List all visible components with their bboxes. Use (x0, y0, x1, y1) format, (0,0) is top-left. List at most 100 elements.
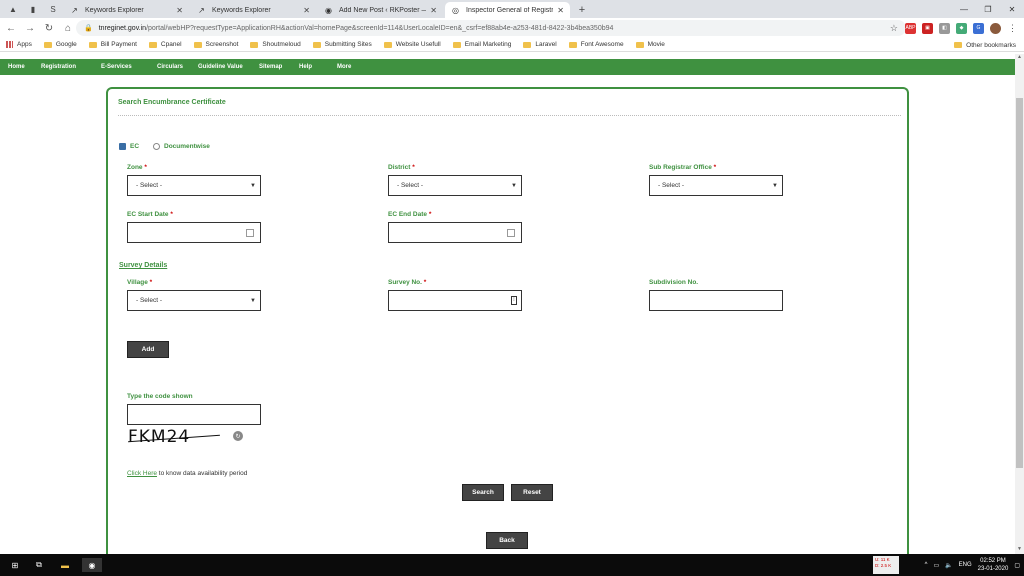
bookmark-movie[interactable]: Movie (635, 41, 665, 48)
bookmark-submitting-sites[interactable]: Submitting Sites (312, 41, 372, 48)
calendar-icon[interactable] (507, 229, 515, 237)
folder-icon (635, 41, 644, 48)
url-input[interactable]: 🔒 tnreginet.gov.in /portal/webHP?request… (76, 20, 906, 36)
folder-icon (383, 41, 392, 48)
s-icon[interactable]: S (46, 3, 60, 15)
nav-help[interactable]: Help (299, 64, 312, 70)
close-icon[interactable]: ✕ (557, 6, 564, 15)
nav-home[interactable]: Home (8, 64, 25, 70)
file-explorer-icon[interactable]: ▬ (58, 558, 72, 572)
dropdown-arrow-icon: ▼ (772, 182, 778, 189)
ec-end-date-input[interactable] (388, 222, 522, 243)
bookmark-other[interactable]: Other bookmarks (954, 38, 1016, 52)
bookmark-shoutmeloud[interactable]: Shoutmeloud (250, 41, 301, 48)
minimize-icon[interactable]: — (952, 0, 976, 18)
nav-sitemap[interactable]: Sitemap (259, 64, 282, 70)
network-icon[interactable]: ▭ (933, 562, 939, 569)
bookmark-email-marketing[interactable]: Email Marketing (452, 41, 511, 48)
survey-no-input[interactable]: ⁞ (388, 290, 522, 311)
zone-select[interactable]: - Select - ▼ (127, 175, 261, 196)
nav-e-services[interactable]: E-Services (101, 64, 132, 70)
site-nav: Home Registration E-Services Circulars G… (0, 59, 1015, 75)
calendar-icon[interactable] (246, 229, 254, 237)
search-button[interactable]: Search (462, 484, 504, 501)
menu-dots-icon[interactable]: ⋮ (1007, 23, 1018, 34)
bookmark-cpanel[interactable]: Cpanel (148, 41, 182, 48)
district-select[interactable]: - Select - ▼ (388, 175, 522, 196)
language-indicator[interactable]: ENG (959, 562, 972, 568)
back-button[interactable]: Back (486, 532, 528, 549)
translate-icon[interactable]: G (973, 22, 984, 34)
zone-label: Zone * (127, 164, 147, 171)
chrome-icon[interactable]: ◉ (82, 558, 102, 572)
avatar[interactable] (990, 22, 1001, 34)
reload-icon[interactable]: ↻ (41, 20, 57, 36)
analytics-icon[interactable]: ▮ (26, 3, 40, 15)
bookmark-font-awesome[interactable]: Font Awesome (568, 41, 624, 48)
windows-taskbar: ⊞ ⧉ ▬ ◉ ^ ▭ 🔈 ENG 02:52 PM 23-01-2020 ▢ (0, 554, 1024, 576)
ec-search-panel: Search Encumbrance Certificate (106, 87, 909, 567)
folder-icon (568, 41, 577, 48)
bookmark-website-usefull[interactable]: Website Usefull (383, 41, 441, 48)
back-arrow-icon[interactable]: ← (3, 20, 19, 36)
tab-keywords-explorer-2[interactable]: ↗ Keywords Explorer ✕ (191, 2, 316, 18)
nav-more[interactable]: More (337, 64, 351, 70)
bookmark-google[interactable]: Google (43, 41, 77, 48)
sro-select[interactable]: - Select - ▼ (649, 175, 783, 196)
click-here-link[interactable]: Click Here (127, 470, 157, 477)
village-select[interactable]: - Select - ▼ (127, 290, 261, 311)
bookmark-bill-payment[interactable]: Bill Payment (88, 41, 137, 48)
refresh-icon[interactable]: ↻ (233, 431, 243, 441)
new-tab-button[interactable]: + (574, 2, 590, 18)
folder-icon (250, 41, 259, 48)
home-icon[interactable]: ⌂ (60, 20, 76, 36)
scroll-thumb[interactable] (1016, 98, 1023, 468)
tab-keywords-explorer-1[interactable]: ↗ Keywords Explorer ✕ (64, 2, 189, 18)
extension-icon[interactable]: ▣ (922, 22, 933, 34)
close-window-icon[interactable]: ✕ (1000, 0, 1024, 18)
tab-inspector-general[interactable]: ◎ Inspector General of Registratio ✕ (445, 2, 570, 18)
radio-ec[interactable]: EC (119, 143, 139, 150)
wordpress-icon: ◉ (325, 5, 332, 15)
scroll-down-icon[interactable]: ▼ (1015, 546, 1024, 554)
radio-checked-icon (119, 143, 126, 150)
bookmark-screenshot[interactable]: Screenshot (193, 41, 238, 48)
restore-icon[interactable]: ❐ (976, 0, 1000, 18)
nav-guideline-value[interactable]: Guideline Value (198, 64, 243, 70)
bookmark-laravel[interactable]: Laravel (523, 41, 557, 48)
folder-icon (452, 41, 461, 48)
subdivision-input[interactable] (649, 290, 783, 311)
extension-icon[interactable]: ◆ (956, 22, 967, 34)
clock[interactable]: 02:52 PM 23-01-2020 (978, 557, 1009, 573)
add-button[interactable]: Add (127, 341, 169, 358)
windows-start-icon[interactable]: ⊞ (8, 558, 22, 572)
bookmark-apps[interactable]: Apps (6, 41, 32, 48)
drive-icon[interactable]: ▲ (6, 3, 20, 15)
nav-circulars[interactable]: Circulars (157, 64, 183, 70)
ahrefs-icon: ↗ (198, 5, 205, 15)
scroll-up-icon[interactable]: ▲ (1015, 54, 1024, 62)
notifications-icon[interactable]: ▢ (1014, 562, 1020, 569)
ahrefs-icon: ↗ (71, 5, 78, 15)
nav-registration[interactable]: Registration (41, 64, 76, 70)
chevron-up-icon[interactable]: ^ (925, 562, 928, 568)
task-view-icon[interactable]: ⧉ (32, 558, 46, 572)
forward-arrow-icon[interactable]: → (22, 20, 38, 36)
net-speed-meter: U: 11 K D: 2.5 K (873, 556, 899, 574)
folder-icon (88, 41, 97, 48)
extension-icon[interactable]: ◧ (939, 22, 950, 34)
radio-documentwise[interactable]: Documentwise (153, 143, 210, 150)
close-icon[interactable]: ✕ (303, 6, 310, 15)
page-scrollbar[interactable]: ▲ ▼ (1015, 54, 1024, 554)
folder-icon (523, 41, 532, 48)
tab-add-new-post[interactable]: ◉ Add New Post ‹ RKPoster — Wo ✕ (318, 2, 443, 18)
adblock-icon[interactable]: ABP (905, 22, 916, 34)
captcha-input[interactable] (127, 404, 261, 425)
survey-no-label: Survey No. * (388, 279, 427, 286)
close-icon[interactable]: ✕ (176, 6, 183, 15)
volume-icon[interactable]: 🔈 (945, 562, 952, 569)
reset-button[interactable]: Reset (511, 484, 553, 501)
ec-start-date-input[interactable] (127, 222, 261, 243)
bookmark-star-icon[interactable]: ☆ (890, 23, 898, 34)
close-icon[interactable]: ✕ (430, 6, 437, 15)
